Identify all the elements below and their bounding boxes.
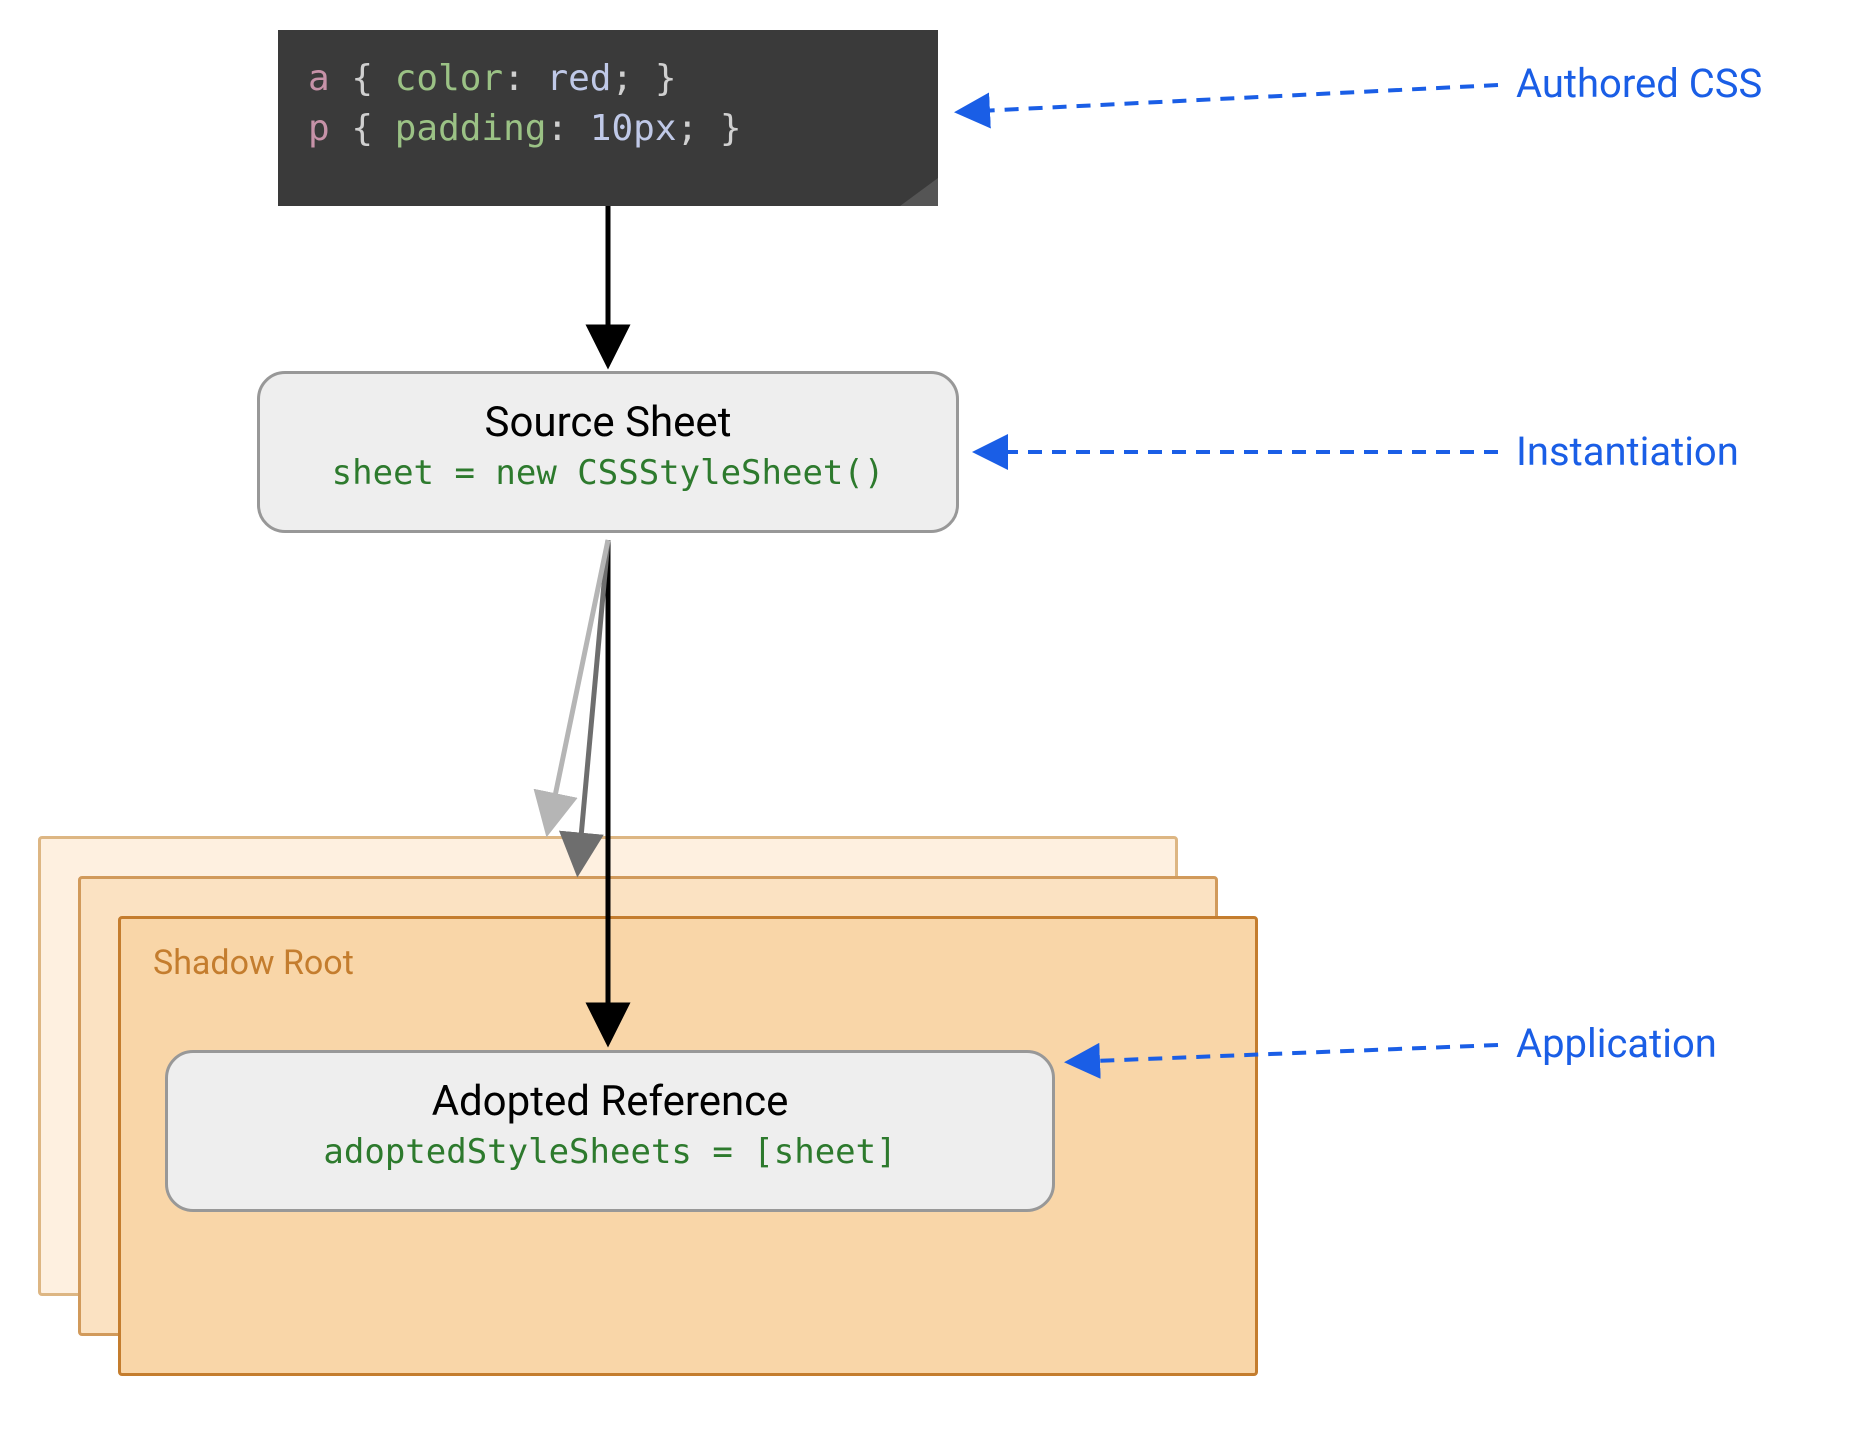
diagram-container: a { color: red; } p { padding: 10px; } S… [0, 0, 1874, 1430]
shadow-root-label: Shadow Root [153, 943, 1223, 983]
annotation-instantiation: Instantiation [1516, 428, 1739, 475]
arrow-source-to-shadow-2 [578, 540, 608, 870]
selector-a: a [308, 58, 330, 99]
source-sheet-code: sheet = new CSSStyleSheet() [260, 453, 956, 493]
value-10px: 10px [590, 108, 677, 149]
code-line-2: p { padding: 10px; } [308, 104, 908, 154]
arrow-ann-authored [960, 85, 1498, 112]
property-padding: padding [395, 108, 547, 149]
adopted-reference-code: adoptedStyleSheets = [sheet] [168, 1132, 1052, 1172]
arrow-source-to-shadow-3 [548, 540, 608, 830]
selector-p: p [308, 108, 330, 149]
annotation-application: Application [1516, 1020, 1717, 1067]
property-color: color [395, 58, 503, 99]
code-line-1: a { color: red; } [308, 54, 908, 104]
adopted-reference-box: Adopted Reference adoptedStyleSheets = [… [165, 1050, 1055, 1212]
annotation-authored-css: Authored CSS [1516, 60, 1762, 107]
authored-css-code-block: a { color: red; } p { padding: 10px; } [278, 30, 938, 206]
adopted-reference-title: Adopted Reference [168, 1077, 1052, 1126]
source-sheet-title: Source Sheet [260, 398, 956, 447]
value-red: red [546, 58, 611, 99]
source-sheet-box: Source Sheet sheet = new CSSStyleSheet() [257, 371, 959, 533]
